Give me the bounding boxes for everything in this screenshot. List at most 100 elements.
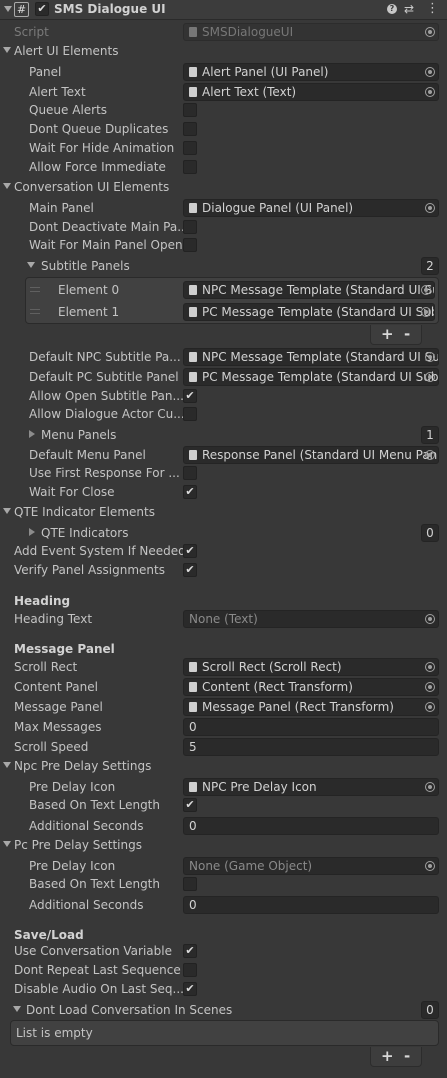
wait-close-checkbox[interactable]: ✔ xyxy=(183,485,197,499)
pc-delay-foldout[interactable]: Pc Pre Delay Settings xyxy=(0,835,447,855)
dont-deactivate-label: Dont Deactivate Main Pa... xyxy=(29,220,189,234)
allow-force-checkbox[interactable] xyxy=(183,160,197,174)
first-response-checkbox[interactable] xyxy=(183,466,197,480)
qte-indicators-title: QTE Indicators xyxy=(41,526,129,540)
dont-load-scenes-count[interactable]: 0 xyxy=(421,1001,439,1019)
object-picker-icon[interactable] xyxy=(425,203,435,213)
default-npc-subtitle-field[interactable]: NPC Message Template (Standard UI Su xyxy=(183,348,439,366)
content-panel-field[interactable]: Content (Rect Transform) xyxy=(183,678,439,696)
menu-panels-foldout[interactable]: Menu Panels 1 xyxy=(0,425,447,445)
element-0-field[interactable]: NPC Message Template (Standard UI Su xyxy=(183,281,435,299)
object-picker-icon[interactable] xyxy=(425,782,435,792)
allow-force-row: Allow Force Immediate xyxy=(0,157,447,177)
default-menu-field[interactable]: Response Panel (Standard UI Menu Pan xyxy=(183,446,439,464)
npc-additional-row: Additional Seconds 0 xyxy=(0,816,447,836)
scroll-rect-field[interactable]: Scroll Rect (Scroll Rect) xyxy=(183,658,439,676)
object-picker-icon[interactable] xyxy=(425,662,435,672)
drag-handle-icon[interactable] xyxy=(30,287,40,292)
dont-repeat-checkbox[interactable] xyxy=(183,963,197,977)
pc-additional-input[interactable]: 0 xyxy=(183,896,439,914)
allow-actor-checkbox[interactable] xyxy=(183,407,197,421)
context-menu-icon[interactable]: ⋮ xyxy=(426,1,439,16)
add-event-system-checkbox[interactable]: ✔ xyxy=(183,544,197,558)
list-item[interactable]: Element 1 PC Message Template (Standard … xyxy=(26,302,438,322)
npc-additional-input[interactable]: 0 xyxy=(183,817,439,835)
drag-handle-icon[interactable] xyxy=(30,309,40,314)
qte-foldout[interactable]: QTE Indicator Elements xyxy=(0,502,447,522)
verify-panels-checkbox[interactable]: ✔ xyxy=(183,563,197,577)
message-panel-value: Message Panel (Rect Transform) xyxy=(202,700,394,714)
heading-text-label: Heading Text xyxy=(14,612,93,626)
foldout-arrow-icon[interactable] xyxy=(29,528,35,536)
pc-delay-icon-field[interactable]: None (Game Object) xyxy=(183,857,439,875)
wait-main-open-checkbox[interactable] xyxy=(183,238,197,252)
wait-hide-row: Wait For Hide Animation xyxy=(0,138,447,158)
foldout-arrow-icon[interactable] xyxy=(27,262,35,268)
foldout-arrow-icon[interactable] xyxy=(3,47,11,53)
subtitle-panels-count[interactable]: 2 xyxy=(421,257,439,275)
npc-text-length-row: Based On Text Length ✔ xyxy=(0,795,447,815)
add-element-button[interactable]: + xyxy=(381,325,394,343)
list-item[interactable]: Element 0 NPC Message Template (Standard… xyxy=(26,280,438,300)
pc-text-length-checkbox[interactable] xyxy=(183,877,197,891)
object-picker-icon[interactable] xyxy=(425,614,435,624)
subtitle-panels-foldout[interactable]: Subtitle Panels 2 xyxy=(0,256,447,276)
foldout-arrow-icon[interactable] xyxy=(4,6,12,12)
main-panel-field[interactable]: Dialogue Panel (UI Panel) xyxy=(183,199,439,217)
remove-element-button[interactable]: - xyxy=(404,325,410,343)
object-picker-icon[interactable] xyxy=(425,682,435,692)
heading-text-value: None (Text) xyxy=(189,612,258,626)
component-enabled-checkbox[interactable]: ✔ xyxy=(35,2,49,16)
message-panel-field[interactable]: Message Panel (Rect Transform) xyxy=(183,698,439,716)
default-npc-subtitle-value: NPC Message Template (Standard UI Su xyxy=(202,350,439,364)
first-response-label: Use First Response For ... xyxy=(29,466,180,480)
object-picker-icon[interactable] xyxy=(425,861,435,871)
heading-text-field[interactable]: None (Text) xyxy=(183,610,439,628)
help-icon[interactable]: ? xyxy=(387,4,397,14)
wait-close-row: Wait For Close ✔ xyxy=(0,482,447,502)
max-messages-input[interactable]: 0 xyxy=(183,718,439,736)
remove-element-button[interactable]: - xyxy=(404,1047,410,1065)
default-pc-subtitle-field[interactable]: PC Message Template (Standard UI Sub xyxy=(183,368,439,386)
npc-text-length-checkbox[interactable]: ✔ xyxy=(183,798,197,812)
conversation-foldout[interactable]: Conversation UI Elements xyxy=(0,177,447,197)
object-picker-icon[interactable] xyxy=(425,450,435,460)
default-npc-subtitle-row: Default NPC Subtitle Pa... NPC Message T… xyxy=(0,347,447,367)
element-1-field[interactable]: PC Message Template (Standard UI Sub xyxy=(183,303,435,321)
qte-indicators-foldout[interactable]: QTE Indicators 0 xyxy=(0,523,447,543)
add-element-button[interactable]: + xyxy=(381,1047,394,1065)
queue-alerts-checkbox[interactable] xyxy=(183,103,197,117)
npc-delay-foldout[interactable]: Npc Pre Delay Settings xyxy=(0,756,447,776)
alert-panel-field[interactable]: Alert Panel (UI Panel) xyxy=(183,63,439,81)
use-conv-var-checkbox[interactable]: ✔ xyxy=(183,944,197,958)
foldout-arrow-icon[interactable] xyxy=(13,1006,21,1012)
alert-text-field[interactable]: Alert Text (Text) xyxy=(183,83,439,101)
object-picker-icon[interactable] xyxy=(421,307,431,317)
scroll-speed-input[interactable]: 5 xyxy=(183,738,439,756)
foldout-arrow-icon[interactable] xyxy=(3,841,11,847)
dont-deactivate-checkbox[interactable] xyxy=(183,220,197,234)
menu-panels-count[interactable]: 1 xyxy=(421,426,439,444)
allow-open-subtitle-checkbox[interactable]: ✔ xyxy=(183,389,197,403)
wait-hide-checkbox[interactable] xyxy=(183,141,197,155)
npc-delay-icon-field[interactable]: NPC Pre Delay Icon xyxy=(183,778,439,796)
object-picker-icon[interactable] xyxy=(425,352,435,362)
dont-load-scenes-foldout[interactable]: Dont Load Conversation In Scenes 0 xyxy=(0,1000,447,1020)
qte-indicators-count[interactable]: 0 xyxy=(421,524,439,542)
object-picker-icon[interactable] xyxy=(425,87,435,97)
message-panel-row: Message Panel Message Panel (Rect Transf… xyxy=(0,697,447,717)
dont-queue-duplicates-checkbox[interactable] xyxy=(183,122,197,136)
presets-icon[interactable]: ⇄ xyxy=(404,2,414,16)
foldout-arrow-icon[interactable] xyxy=(29,430,35,438)
foldout-arrow-icon[interactable] xyxy=(3,762,11,768)
allow-force-label: Allow Force Immediate xyxy=(29,160,166,174)
foldout-arrow-icon[interactable] xyxy=(3,183,11,189)
object-picker-icon[interactable] xyxy=(425,702,435,712)
object-picker-icon[interactable] xyxy=(425,67,435,77)
dont-deactivate-row: Dont Deactivate Main Pa... xyxy=(0,217,447,237)
alert-foldout[interactable]: Alert UI Elements xyxy=(0,41,447,61)
disable-audio-checkbox[interactable]: ✔ xyxy=(183,982,197,996)
object-picker-icon[interactable] xyxy=(425,372,435,382)
foldout-arrow-icon[interactable] xyxy=(3,508,11,514)
object-picker-icon[interactable] xyxy=(421,285,431,295)
